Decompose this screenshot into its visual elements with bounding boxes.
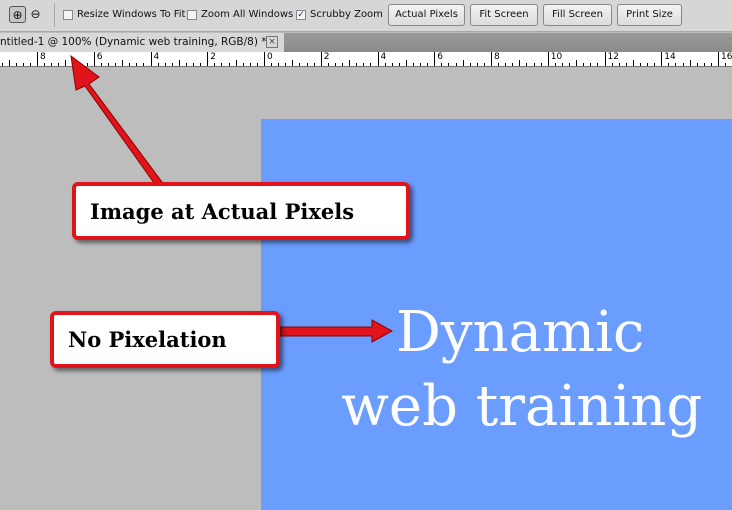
- callout-arrows: [70, 54, 394, 343]
- callout-actual-pixels: Image at Actual Pixels: [72, 182, 410, 240]
- arrow-up-left: [70, 54, 166, 191]
- arrow-right: [279, 319, 394, 343]
- callout-no-pixelation: No Pixelation: [50, 311, 280, 368]
